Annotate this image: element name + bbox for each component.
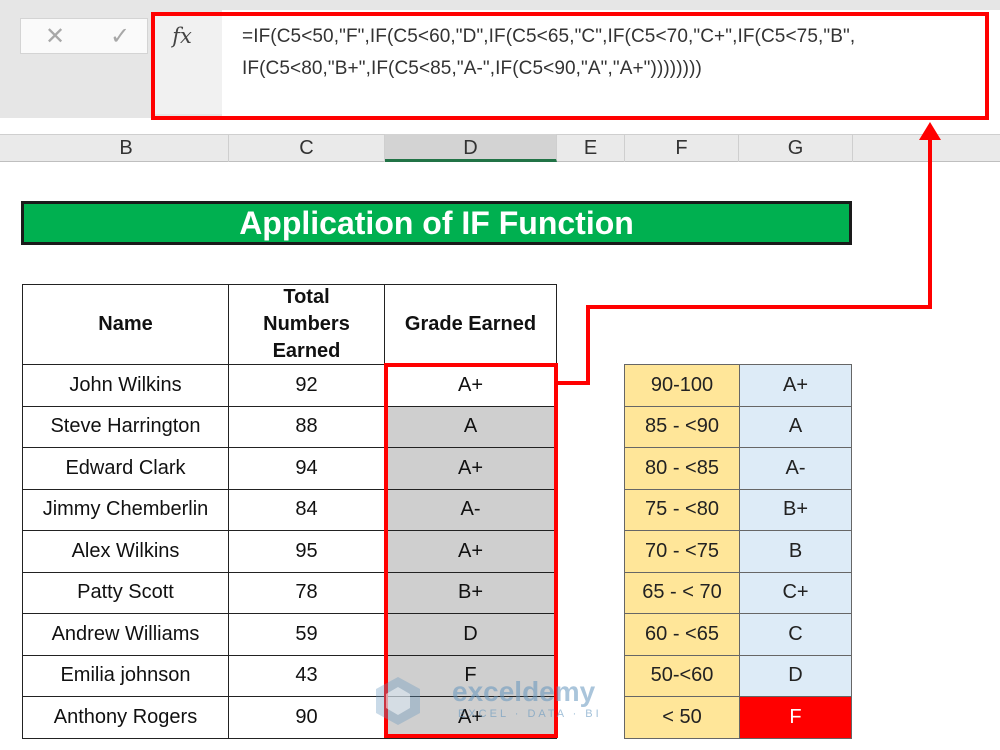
table-cell-name[interactable]: Edward Clark <box>22 447 229 490</box>
scale-cell-range[interactable]: 85 - <90 <box>624 405 740 448</box>
header-total-line-1: Total <box>283 286 330 308</box>
scale-cell-range[interactable]: 75 - <80 <box>624 488 740 531</box>
table-cell-score[interactable]: 84 <box>228 488 385 531</box>
scale-cell-range[interactable]: 70 - <75 <box>624 530 740 573</box>
column-header-e[interactable]: E <box>557 134 625 162</box>
header-grade-earned[interactable]: Grade Earned <box>384 284 557 365</box>
exceldemy-logo-icon <box>376 677 420 725</box>
table-cell-name[interactable]: Jimmy Chemberlin <box>22 488 229 531</box>
table-cell-score[interactable]: 94 <box>228 447 385 490</box>
scale-cell-range[interactable]: 80 - <85 <box>624 447 740 490</box>
scale-cell-grade[interactable]: B <box>739 530 852 573</box>
table-cell-name[interactable]: John Wilkins <box>22 364 229 407</box>
table-cell-name[interactable]: Emilia johnson <box>22 654 229 697</box>
page-title: Application of IF Function <box>21 201 852 245</box>
column-header-d[interactable]: D <box>385 134 557 162</box>
formula-highlight-box <box>151 12 989 120</box>
table-cell-score[interactable]: 90 <box>228 696 385 739</box>
table-cell-name[interactable]: Patty Scott <box>22 571 229 614</box>
header-total-line-2: Numbers <box>263 313 350 335</box>
scale-cell-grade[interactable]: F <box>739 696 852 739</box>
scale-cell-grade[interactable]: C+ <box>739 571 852 614</box>
watermark-brand: exceldemy <box>452 676 596 707</box>
scale-cell-grade[interactable]: C <box>739 613 852 656</box>
table-cell-name[interactable]: Andrew Williams <box>22 613 229 656</box>
scale-cell-range[interactable]: 90-100 <box>624 364 740 407</box>
x-icon[interactable]: ✕ <box>30 18 80 54</box>
table-cell-name[interactable]: Steve Harrington <box>22 405 229 448</box>
table-cell-score[interactable]: 95 <box>228 530 385 573</box>
scale-cell-range[interactable]: 60 - <65 <box>624 613 740 656</box>
table-cell-score[interactable]: 88 <box>228 405 385 448</box>
column-header-b[interactable]: B <box>24 134 229 162</box>
header-name[interactable]: Name <box>22 284 229 365</box>
table-cell-score[interactable]: 92 <box>228 364 385 407</box>
table-cell-name[interactable]: Alex Wilkins <box>22 530 229 573</box>
column-header-f[interactable]: F <box>625 134 739 162</box>
table-cell-name[interactable]: Anthony Rogers <box>22 696 229 739</box>
column-header-blank <box>853 134 1000 162</box>
table-cell-score[interactable]: 59 <box>228 613 385 656</box>
check-icon[interactable]: ✓ <box>95 18 145 54</box>
header-total-line-3: Earned <box>272 340 341 362</box>
scale-cell-range[interactable]: 65 - < 70 <box>624 571 740 614</box>
column-header-c[interactable]: C <box>229 134 385 162</box>
watermark-tagline: EXCEL · DATA · BI <box>458 708 602 720</box>
scale-cell-grade[interactable]: B+ <box>739 488 852 531</box>
column-header-g[interactable]: G <box>739 134 853 162</box>
scale-cell-grade[interactable]: A <box>739 405 852 448</box>
table-cell-score[interactable]: 78 <box>228 571 385 614</box>
table-cell-score[interactable]: 43 <box>228 654 385 697</box>
scale-cell-grade[interactable]: A- <box>739 447 852 490</box>
header-total-numbers[interactable]: Total Numbers Earned <box>228 284 385 365</box>
scale-cell-grade[interactable]: D <box>739 654 852 697</box>
scale-cell-grade[interactable]: A+ <box>739 364 852 407</box>
